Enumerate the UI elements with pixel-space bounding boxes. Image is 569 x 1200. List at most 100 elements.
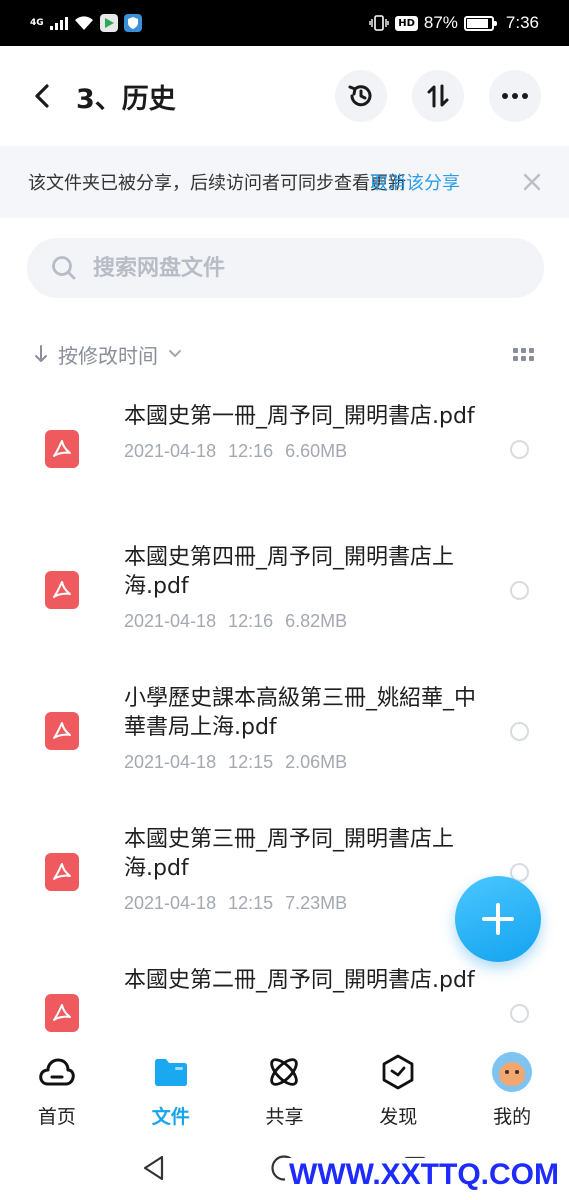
vibrate-icon	[369, 15, 389, 31]
app-root: 4G HD 87% 7:36 3、历史 该文件夹已被分享，后续访问者可同步查看更…	[0, 0, 569, 1200]
file-time: 12:15	[228, 893, 274, 913]
sort-button[interactable]: 按修改时间	[34, 340, 182, 369]
select-radio[interactable]	[510, 722, 529, 741]
file-date: 2021-04-18	[124, 441, 217, 461]
select-radio[interactable]	[510, 440, 529, 459]
file-item[interactable]: 本國史第四冊_周予同_開明書店上海.pdf 2021-04-18 12:16 6.8…	[0, 529, 569, 670]
file-texts: 本國史第二冊_周予同_開明書店.pdf	[124, 966, 484, 995]
avatar-image	[492, 1052, 533, 1092]
watermark: WWW.XXTTQ.COM	[285, 1158, 563, 1192]
page-title: 3、历史	[76, 83, 176, 115]
file-size: 6.82MB	[285, 611, 348, 631]
pdf-file-icon	[45, 430, 79, 468]
status-left: 4G	[30, 14, 142, 32]
nav-label: 首页	[37, 1106, 76, 1128]
file-item[interactable]: 小學歷史課本高級第三冊_姚紹華_中華書局上海.pdf 2021-04-18 12:…	[0, 670, 569, 811]
play-store-icon	[99, 14, 118, 32]
nav-label: 共享	[265, 1106, 304, 1128]
network-type: 4G	[30, 18, 44, 28]
share-banner: 该文件夹已被分享，后续访问者可同步查看更新 取消该分享	[0, 146, 569, 218]
pdf-file-icon	[45, 994, 79, 1032]
system-back-button[interactable]	[142, 1155, 166, 1181]
pdf-file-icon	[45, 712, 79, 750]
battery-icon	[463, 15, 497, 31]
avatar	[492, 1052, 533, 1092]
nav-label: 我的	[493, 1106, 532, 1128]
file-meta: 2021-04-18 12:16 6.82MB	[124, 611, 484, 632]
banner-close-button[interactable]	[523, 173, 541, 191]
file-name: 小學歷史課本高級第三冊_姚紹華_中華書局上海.pdf	[124, 686, 477, 740]
file-texts: 小學歷史課本高級第三冊_姚紹華_中華書局上海.pdf 2021-04-18 12:…	[124, 684, 484, 773]
close-icon	[523, 173, 541, 191]
file-size: 7.23MB	[285, 893, 348, 913]
cloud-icon	[37, 1052, 77, 1092]
chevron-down-icon	[169, 350, 181, 357]
file-item[interactable]: 本國史第一冊_周予同_開明書店.pdf 2021-04-18 12:16 6.60M…	[0, 388, 569, 529]
file-meta: 2021-04-18 12:15 7.23MB	[124, 893, 484, 914]
nav-label: 发现	[379, 1106, 418, 1128]
nav-profile[interactable]: 我的	[455, 1040, 569, 1136]
select-radio[interactable]	[510, 1004, 529, 1023]
hd-badge: HD	[395, 15, 418, 31]
nav-share[interactable]: 共享	[228, 1040, 342, 1136]
file-texts: 本國史第四冊_周予同_開明書店上海.pdf 2021-04-18 12:16 6.8…	[124, 543, 484, 632]
discover-icon	[378, 1052, 418, 1092]
cancel-share-link[interactable]: 取消该分享	[370, 169, 460, 195]
wifi-icon	[74, 16, 93, 30]
more-button[interactable]	[489, 70, 541, 122]
plus-icon	[482, 903, 514, 935]
file-list: 本國史第一冊_周予同_開明書店.pdf 2021-04-18 12:16 6.60M…	[0, 388, 569, 1093]
nav-label: 文件	[151, 1106, 190, 1128]
file-size: 6.60MB	[285, 441, 348, 461]
file-meta: 2021-04-18 12:16 6.60MB	[124, 441, 484, 462]
battery-percent: 87%	[423, 13, 458, 32]
bottom-nav: 首页 文件 共享 发现 我的	[0, 1040, 569, 1136]
grid-view-icon[interactable]	[513, 347, 534, 361]
file-texts: 本國史第一冊_周予同_開明書店.pdf 2021-04-18 12:16 6.60M…	[124, 402, 484, 462]
file-time: 12:16	[228, 611, 274, 631]
triangle-back-icon	[144, 1155, 164, 1181]
signal-icon	[49, 16, 68, 30]
clock: 7:36	[505, 13, 539, 32]
shield-app-icon	[123, 14, 142, 32]
file-name: 本國史第四冊_周予同_開明書店上海.pdf	[124, 545, 455, 599]
pdf-file-icon	[45, 571, 79, 609]
transfer-button[interactable]	[412, 70, 464, 122]
file-texts: 本國史第三冊_周予同_開明書店上海.pdf 2021-04-18 12:15 7.2…	[124, 825, 484, 914]
search-bar[interactable]	[27, 238, 544, 298]
pdf-file-icon	[45, 853, 79, 891]
add-button[interactable]	[455, 876, 541, 962]
file-time: 12:16	[228, 441, 274, 461]
file-meta: 2021-04-18 12:15 2.06MB	[124, 752, 484, 773]
nav-home[interactable]: 首页	[0, 1040, 114, 1136]
file-date: 2021-04-18	[124, 752, 217, 772]
share-banner-text: 该文件夹已被分享，后续访问者可同步查看更新	[28, 173, 406, 194]
battery-level	[466, 18, 488, 28]
folder-icon	[151, 1052, 191, 1092]
back-button[interactable]	[28, 82, 56, 110]
file-name: 本國史第二冊_周予同_開明書店.pdf	[124, 968, 475, 993]
history-button[interactable]	[335, 70, 387, 122]
status-bar: 4G HD 87% 7:36	[0, 0, 569, 46]
sort-arrows-icon	[427, 84, 449, 108]
status-right: HD 87% 7:36	[369, 13, 539, 33]
file-name: 本國史第三冊_周予同_開明書店上海.pdf	[124, 827, 455, 881]
search-icon	[52, 256, 76, 280]
search-input[interactable]	[93, 255, 493, 281]
arrow-down-icon	[35, 345, 47, 362]
file-name: 本國史第一冊_周予同_開明書店.pdf	[124, 404, 475, 429]
sort-label: 按修改时间	[58, 343, 158, 368]
more-icon	[502, 93, 528, 99]
nav-files[interactable]: 文件	[114, 1040, 228, 1136]
select-radio[interactable]	[510, 581, 529, 600]
nav-discover[interactable]: 发现	[341, 1040, 455, 1136]
chevron-left-icon	[35, 84, 49, 108]
file-size: 2.06MB	[285, 752, 348, 772]
sort-row: 按修改时间	[34, 334, 534, 374]
file-date: 2021-04-18	[124, 893, 217, 913]
atom-icon	[264, 1052, 304, 1092]
header: 3、历史	[0, 46, 569, 146]
header-actions	[335, 70, 541, 122]
history-icon	[348, 85, 372, 107]
file-time: 12:15	[228, 752, 274, 772]
